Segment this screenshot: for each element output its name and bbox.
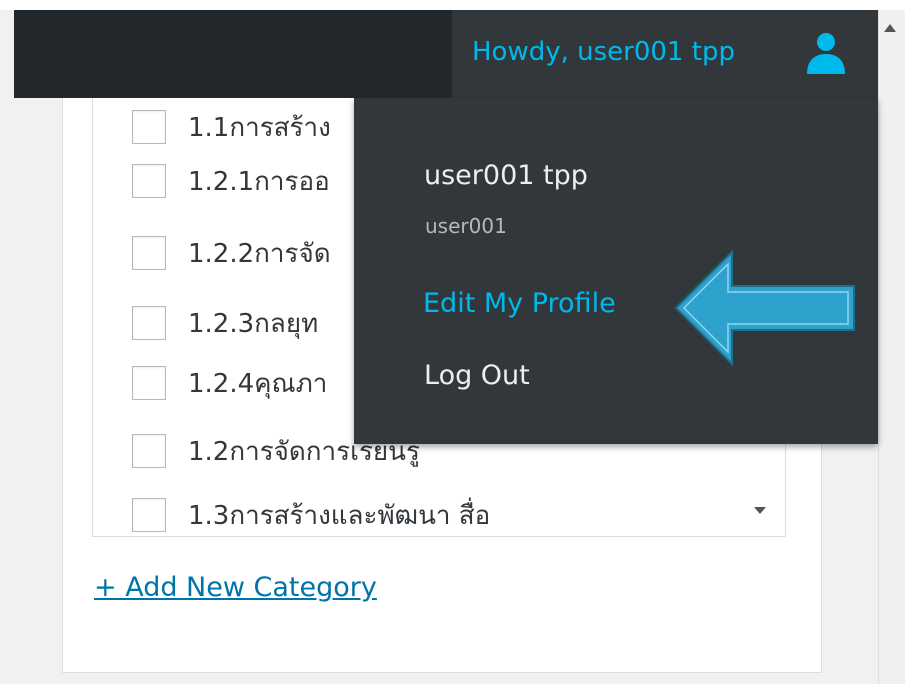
category-checkbox[interactable] <box>132 164 166 198</box>
user-avatar-icon[interactable] <box>804 30 848 76</box>
log-out-link[interactable]: Log Out <box>424 360 530 391</box>
category-label: 1.2.4คุณภา <box>188 368 328 399</box>
add-new-category-link[interactable]: + Add New Category <box>94 572 377 603</box>
username: user001 <box>425 214 507 238</box>
chevron-up-icon[interactable] <box>880 18 900 38</box>
category-label: 1.2.2การจัด <box>188 238 331 269</box>
category-label: 1.3การสร้างและพัฒนา สื่อ <box>188 500 491 531</box>
category-item[interactable]: 1.2.3กลยุท <box>132 303 318 343</box>
category-checkbox[interactable] <box>132 306 166 340</box>
callout-arrow-icon <box>674 249 855 367</box>
category-item[interactable]: 1.2.4คุณภา <box>132 363 327 403</box>
category-checkbox[interactable] <box>132 110 166 144</box>
category-item[interactable]: 1.3การสร้างและพัฒนา สื่อ <box>132 495 490 535</box>
howdy-greeting[interactable]: Howdy, user001 tpp <box>472 32 735 72</box>
category-label: 1.2.3กลยุท <box>188 308 319 339</box>
category-checkbox[interactable] <box>132 366 166 400</box>
category-checkbox[interactable] <box>132 498 166 532</box>
category-item[interactable]: 1.2.1การออ <box>132 161 330 201</box>
window-scrollbar[interactable] <box>878 10 905 684</box>
chevron-down-icon[interactable] <box>750 504 770 518</box>
category-checkbox[interactable] <box>132 434 166 468</box>
category-item[interactable]: 1.2.2การจัด <box>132 233 331 273</box>
category-checkbox[interactable] <box>132 236 166 270</box>
display-name[interactable]: user001 tpp <box>424 160 588 191</box>
edit-profile-link[interactable]: Edit My Profile <box>423 288 616 319</box>
category-item[interactable]: 1.1การสร้าง <box>132 107 331 147</box>
category-label: 1.1การสร้าง <box>188 112 331 143</box>
category-label: 1.2.1การออ <box>188 166 330 197</box>
top-strip <box>0 0 905 10</box>
